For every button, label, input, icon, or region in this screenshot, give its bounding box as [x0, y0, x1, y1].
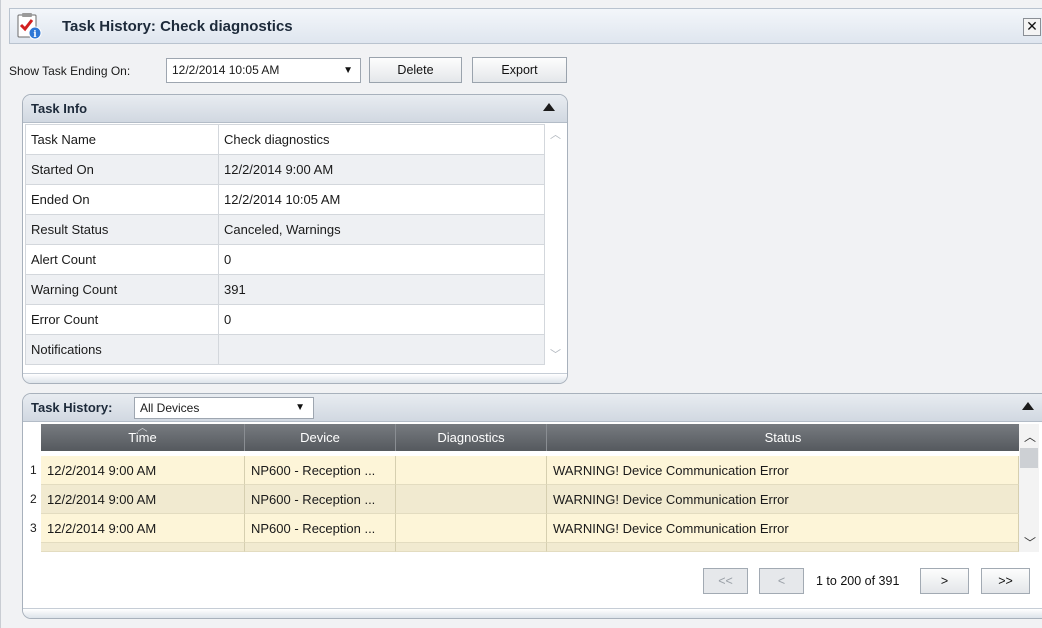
time-cell: 12/2/2014 9:00 AM — [41, 514, 245, 543]
task-info-row: Alert Count 0 — [25, 244, 545, 275]
task-history-title: Task History: — [31, 400, 113, 415]
task-info-label: Notifications — [25, 334, 219, 365]
status-cell: WARNING! Device Communication Error — [547, 485, 1019, 514]
svg-text:i: i — [33, 30, 37, 40]
time-cell — [41, 543, 245, 552]
task-info-label: Task Name — [25, 124, 219, 155]
task-info-value: 391 — [218, 274, 545, 305]
previous-page-button[interactable]: < — [759, 568, 804, 594]
column-header-status[interactable]: Status — [547, 424, 1019, 451]
task-checklist-icon: i — [17, 13, 42, 40]
last-page-button[interactable]: >> — [981, 568, 1030, 594]
task-info-title: Task Info — [31, 101, 88, 116]
task-info-row: Notifications — [25, 334, 545, 365]
close-button[interactable]: ✕ — [1023, 18, 1041, 36]
first-page-button[interactable]: << — [703, 568, 748, 594]
device-cell: NP600 - Reception ... — [245, 485, 396, 514]
scroll-thumb[interactable] — [1020, 448, 1038, 468]
device-filter-value: All Devices — [140, 401, 200, 415]
task-info-row: Result Status Canceled, Warnings — [25, 214, 545, 245]
task-info-value: 0 — [218, 244, 545, 275]
chevron-down-icon: ▼ — [343, 65, 353, 76]
column-header-device-label: Device — [300, 430, 340, 445]
show-task-ending-label: Show Task Ending On: — [9, 64, 131, 78]
scroll-down-icon[interactable]: ﹀ — [550, 346, 561, 362]
column-header-time[interactable]: ︿ Time — [41, 423, 245, 451]
window-title: Task History: Check diagnostics — [62, 18, 293, 35]
task-info-label: Result Status — [25, 214, 219, 245]
time-cell: 12/2/2014 9:00 AM — [41, 456, 245, 485]
device-cell — [245, 543, 396, 552]
table-row[interactable]: 2 12/2/2014 9:00 AM NP600 - Reception ... W… — [23, 485, 1019, 514]
title-bar: i Task History: Check diagnostics ✕ — [9, 8, 1042, 44]
time-cell: 12/2/2014 9:00 AM — [41, 485, 245, 514]
status-cell: WARNING! Device Communication Error — [547, 514, 1019, 543]
table-row[interactable]: 3 12/2/2014 9:00 AM NP600 - Reception ... W… — [23, 514, 1019, 543]
task-info-label: Started On — [25, 154, 219, 185]
task-info-panel: Task Info Task Name Check diagnostics Star… — [22, 94, 568, 384]
task-info-value: 12/2/2014 10:05 AM — [218, 184, 545, 215]
scroll-up-icon[interactable]: ︿ — [550, 126, 561, 142]
task-info-footer — [23, 373, 567, 383]
task-info-row: Started On 12/2/2014 9:00 AM — [25, 154, 545, 185]
export-button[interactable]: Export — [472, 57, 567, 83]
task-info-label: Ended On — [25, 184, 219, 215]
task-info-row: Warning Count 391 — [25, 274, 545, 305]
task-info-value: 0 — [218, 304, 545, 335]
diagnostics-cell — [396, 514, 547, 543]
pager-info: 1 to 200 of 391 — [816, 574, 900, 588]
grid-scrollbar[interactable]: ︿ ﹀ — [1019, 424, 1039, 552]
column-header-status-label: Status — [764, 430, 802, 445]
task-info-scrollbar[interactable]: ︿ ﹀ — [547, 124, 565, 365]
task-info-value — [218, 334, 545, 365]
task-info-value: 12/2/2014 9:00 AM — [218, 154, 545, 185]
task-info-row: Error Count 0 — [25, 304, 545, 335]
diagnostics-cell — [396, 456, 547, 485]
task-history-window: i Task History: Check diagnostics ✕ Show… — [0, 0, 1042, 628]
device-cell: NP600 - Reception ... — [245, 456, 396, 485]
task-ending-on-value: 12/2/2014 10:05 AM — [172, 63, 280, 77]
diagnostics-cell — [396, 485, 547, 514]
chevron-down-icon: ▼ — [295, 402, 305, 413]
task-info-label: Alert Count — [25, 244, 219, 275]
status-cell — [547, 543, 1019, 552]
status-cell: WARNING! Device Communication Error — [547, 456, 1019, 485]
collapse-icon[interactable] — [543, 103, 555, 111]
task-info-row: Ended On 12/2/2014 10:05 AM — [25, 184, 545, 215]
task-ending-on-select[interactable]: 12/2/2014 10:05 AM ▼ — [166, 58, 361, 83]
table-row[interactable]: 1 12/2/2014 9:00 AM NP600 - Reception ... W… — [23, 456, 1019, 485]
task-info-header: Task Info — [23, 95, 567, 123]
next-page-button[interactable]: > — [920, 568, 969, 594]
sort-indicator-icon: ︿ — [137, 423, 148, 434]
task-info-value: Check diagnostics — [218, 124, 545, 155]
collapse-icon[interactable] — [1022, 402, 1034, 410]
task-info-table: Task Name Check diagnostics Started On 12/2… — [25, 124, 545, 365]
column-header-device[interactable]: Device — [245, 424, 396, 451]
table-row[interactable] — [23, 543, 1019, 552]
task-history-footer — [23, 608, 1042, 618]
column-header-diagnostics[interactable]: Diagnostics — [396, 424, 547, 451]
device-cell: NP600 - Reception ... — [245, 514, 396, 543]
task-info-label: Error Count — [25, 304, 219, 335]
column-header-diagnostics-label: Diagnostics — [437, 430, 505, 445]
task-info-row: Task Name Check diagnostics — [25, 124, 545, 155]
grid-header: ︿ Time Device Diagnostics Status — [41, 423, 1019, 451]
task-info-value: Canceled, Warnings — [218, 214, 545, 245]
diagnostics-cell — [396, 543, 547, 552]
scroll-up-icon[interactable]: ︿ — [1024, 428, 1036, 445]
delete-button[interactable]: Delete — [369, 57, 462, 83]
task-info-label: Warning Count — [25, 274, 219, 305]
scroll-down-icon[interactable]: ﹀ — [1024, 534, 1036, 551]
